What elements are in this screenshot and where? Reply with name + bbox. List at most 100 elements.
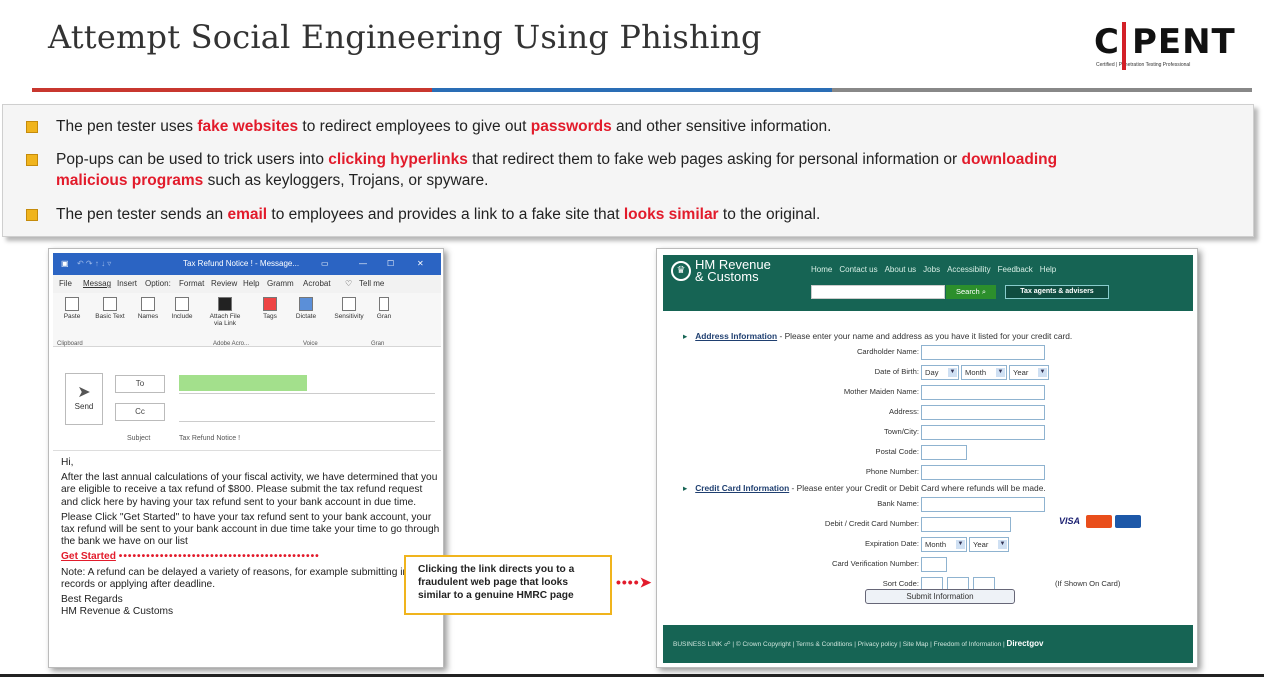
text-icon: [103, 297, 117, 311]
quick-access-icons: ↶ ↷ ↑ ↓ ▿: [77, 259, 112, 268]
bank-input[interactable]: [921, 497, 1045, 512]
dictate-button[interactable]: Dictate: [289, 297, 323, 320]
tags-button[interactable]: Tags: [253, 297, 287, 320]
window-title: Tax Refund Notice ! - Message...: [183, 259, 300, 268]
include-button[interactable]: Include: [165, 297, 199, 320]
nav-accessibility[interactable]: Accessibility: [947, 265, 991, 274]
address-desc: - Please enter your name and address as …: [777, 331, 1073, 341]
submit-button[interactable]: Submit Information: [865, 589, 1015, 604]
dictate-label: Dictate: [295, 313, 317, 320]
exp-year-select[interactable]: Year ▼: [969, 537, 1009, 552]
attach-file-button[interactable]: Attach File via Link: [205, 297, 245, 327]
nav-help[interactable]: Help: [1040, 265, 1056, 274]
minimize-icon[interactable]: —: [359, 259, 367, 268]
callout-arrow-icon: ••••➤: [616, 574, 653, 590]
postal-input[interactable]: [921, 445, 967, 460]
nav-feedback[interactable]: Feedback: [998, 265, 1033, 274]
include-label: Include: [171, 313, 193, 320]
footer-links[interactable]: | © Crown Copyright | Terms & Conditions…: [732, 641, 1004, 648]
label-sort: Sort Code:: [882, 579, 919, 588]
names-button[interactable]: Names: [131, 297, 165, 320]
label-card: Debit / Credit Card Number:: [824, 519, 919, 528]
send-button[interactable]: ➤ Send: [65, 373, 103, 425]
body-paragraph-3: Note: A refund can be delayed a variety …: [61, 566, 430, 590]
search-input[interactable]: [811, 285, 945, 299]
ribbon-display-icon[interactable]: ▭: [321, 259, 329, 268]
label-phone: Phone Number:: [865, 467, 919, 476]
tax-agents-button[interactable]: Tax agents & advisers: [1005, 285, 1109, 299]
close-icon[interactable]: ✕: [417, 259, 424, 268]
mother-maiden-input[interactable]: [921, 385, 1045, 400]
message-body[interactable]: Hi, After the last annual calculations o…: [61, 457, 441, 621]
tab-options[interactable]: Option:: [145, 279, 171, 288]
tab-tell-me[interactable]: Tell me: [359, 279, 384, 288]
tab-help[interactable]: Help: [243, 279, 259, 288]
subject-field[interactable]: Tax Refund Notice !: [179, 435, 240, 442]
grammarly-icon: [379, 297, 389, 311]
cpent-logo: C PENT Certified | Penetration Testing Pr…: [1094, 22, 1236, 74]
directgov-logo[interactable]: Directgov: [1007, 639, 1044, 648]
dob-day-select[interactable]: Day ▼: [921, 365, 959, 380]
sensitivity-button[interactable]: Sensitivity: [329, 297, 369, 320]
tab-format[interactable]: Format: [179, 279, 204, 288]
hmrc-footer: BUSINESS LINK ☍ | © Crown Copyright | Te…: [663, 625, 1193, 663]
maximize-icon[interactable]: ☐: [387, 259, 394, 268]
exp-month-value: Month: [925, 540, 947, 549]
tab-grammarly[interactable]: Gramm: [267, 279, 294, 288]
phone-input[interactable]: [921, 465, 1045, 480]
label-dob: Date of Birth:: [874, 367, 919, 376]
microphone-icon: [299, 297, 313, 311]
paste-button[interactable]: Paste: [55, 297, 89, 320]
lightbulb-icon: ♡: [345, 279, 353, 288]
cc-button[interactable]: Cc: [115, 403, 165, 421]
nav-contact[interactable]: Contact us: [839, 265, 877, 274]
card-title: Credit Card Information: [695, 483, 790, 493]
dob-month-select[interactable]: Month ▼: [961, 365, 1007, 380]
save-icon[interactable]: ▣: [61, 259, 69, 268]
label-bank: Bank Name:: [877, 499, 919, 508]
chevron-down-icon: ▼: [1038, 368, 1047, 377]
tab-review[interactable]: Review: [211, 279, 237, 288]
nav-home[interactable]: Home: [811, 265, 832, 274]
signature-line-2: HM Revenue & Customs: [61, 606, 174, 618]
search-button[interactable]: Search ⌕: [946, 285, 996, 299]
text: that redirect them to fake web pages ask…: [467, 151, 962, 168]
business-link-logo[interactable]: BUSINESS LINK: [673, 641, 722, 648]
paste-label: Paste: [63, 313, 81, 320]
card-number-input[interactable]: [921, 517, 1011, 532]
highlight: looks similar: [623, 206, 719, 223]
exp-month-select[interactable]: Month ▼: [921, 537, 967, 552]
to-field[interactable]: [179, 375, 307, 391]
callout-box: Clicking the link directs you to a fraud…: [404, 555, 612, 615]
dob-year-select[interactable]: Year ▼: [1009, 365, 1049, 380]
grammarly-button[interactable]: Gran: [371, 297, 397, 320]
address-input[interactable]: [921, 405, 1045, 420]
logo-word: PENT: [1131, 22, 1236, 62]
chevron-down-icon: ▼: [956, 540, 965, 549]
nav-jobs[interactable]: Jobs: [923, 265, 940, 274]
exp-year-value: Year: [973, 540, 989, 549]
chevron-down-icon: ▼: [998, 540, 1007, 549]
nav-about[interactable]: About us: [885, 265, 917, 274]
cc-field[interactable]: [179, 421, 435, 422]
tab-acrobat[interactable]: Acrobat: [303, 279, 331, 288]
get-started-link[interactable]: Get Started: [61, 551, 116, 562]
cardholder-input[interactable]: [921, 345, 1045, 360]
card-desc: - Please enter your Credit or Debit Card…: [789, 483, 1046, 493]
tab-insert[interactable]: Insert: [117, 279, 137, 288]
basic-text-button[interactable]: Basic Text: [93, 297, 127, 320]
hmrc-nav: Home Contact us About us Jobs Accessibility F…: [811, 265, 1063, 274]
slide: Attempt Social Engineering Using Phishin…: [0, 0, 1264, 677]
label-postal: Postal Code:: [875, 447, 919, 456]
town-input[interactable]: [921, 425, 1045, 440]
cvn-input[interactable]: [921, 557, 947, 572]
title-rule-red: [32, 88, 432, 92]
to-underline: [179, 393, 435, 394]
tab-message[interactable]: Messag: [83, 279, 111, 288]
tab-file[interactable]: File: [59, 279, 72, 288]
body-paragraph-1: After the last annual calculations of yo…: [61, 472, 438, 508]
to-button[interactable]: To: [115, 375, 165, 393]
sensitivity-label: Sensitivity: [334, 313, 364, 320]
subject-label: Subject: [127, 435, 151, 442]
highlight: email: [227, 206, 268, 223]
